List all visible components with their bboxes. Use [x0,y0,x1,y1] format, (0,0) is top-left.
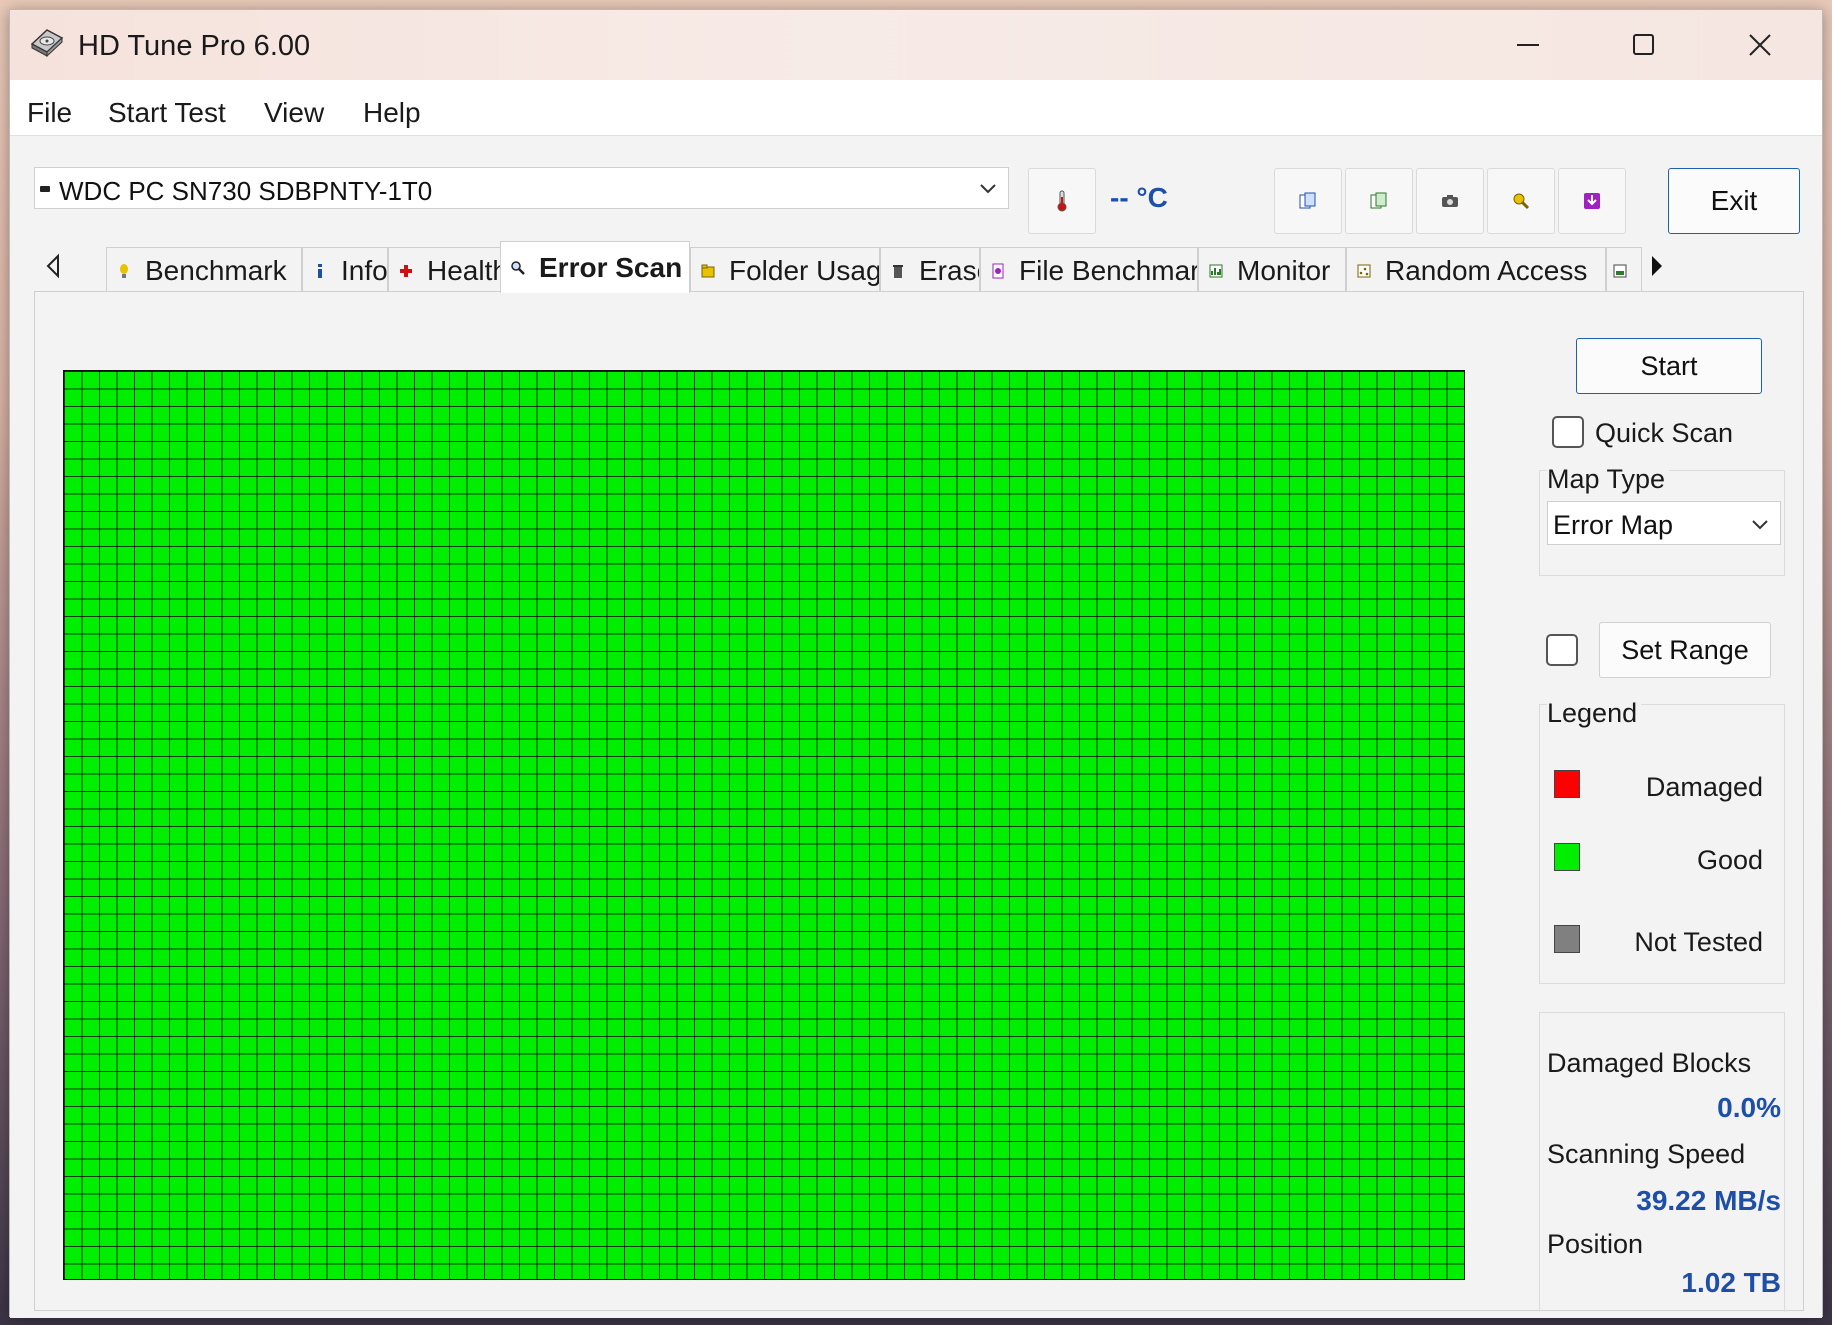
quick-scan-checkbox[interactable] [1552,416,1584,448]
folder-icon [701,264,715,277]
random-access-icon [1357,264,1371,277]
menu-file[interactable]: File [27,97,72,129]
menu-view[interactable]: View [264,97,324,129]
tab-scroll-left-icon[interactable] [44,253,62,279]
set-range-checkbox[interactable] [1546,634,1578,666]
tab-strip: Benchmark Info Health Error Scan Folder … [34,241,1804,293]
menu-bar: File Start Test View Help [10,80,1822,136]
tab-info-label: Info [341,254,388,286]
error-scan-panel: Start Quick Scan Map Type Error Map Set … [34,291,1804,1312]
tab-benchmark[interactable]: Benchmark [106,247,302,293]
menu-start-test[interactable]: Start Test [108,97,226,129]
monitor-icon [1209,264,1223,277]
close-button[interactable] [1702,10,1818,80]
minimize-button[interactable] [1470,10,1586,80]
scanning-speed-value: 39.22 MB/s [1636,1185,1781,1216]
info-icon [318,263,322,278]
tab-random-access[interactable]: Random Access [1346,247,1606,293]
drive-select-value: WDC PC SN730 SDBPNTY-1T0 [59,176,433,206]
copy-all-icon [1370,192,1387,209]
benchmark-icon [120,263,128,278]
tab-folder-usage[interactable]: Folder Usage [690,247,880,293]
magnifier-icon [511,260,525,275]
set-range-button[interactable]: Set Range [1599,622,1771,678]
temperature-readout: -- °C [1110,182,1168,213]
tab-random-access-label: Random Access [1385,254,1588,286]
main-area: WDC PC SN730 SDBPNTY-1T0 -- °C Exit Benc… [10,136,1822,1318]
camera-icon [1442,195,1458,207]
window-title: HD Tune Pro 6.00 [78,30,311,62]
temperature-button[interactable] [1028,168,1096,234]
tab-erase-label: Erase [919,254,979,286]
map-type-label: Map Type [1547,464,1670,495]
close-icon [1749,34,1771,56]
screenshot-button[interactable] [1416,168,1484,234]
health-cross-icon [400,264,412,277]
damaged-blocks-value: 0.0% [1717,1092,1781,1123]
maximize-button[interactable] [1586,10,1702,80]
tab-file-benchmark-label: File Benchmark [1019,254,1198,286]
tab-monitor[interactable]: Monitor [1198,247,1346,293]
error-map-grid [63,370,1465,1280]
tab-overflow[interactable] [1606,247,1642,293]
save-button[interactable] [1558,168,1626,234]
copy-info-icon [1299,192,1316,209]
tab-error-scan[interactable]: Error Scan [500,241,690,293]
scanning-speed-label: Scanning Speed [1547,1139,1746,1169]
legend-good-label: Good [1696,845,1763,875]
tab-file-benchmark[interactable]: File Benchmark [980,247,1198,293]
maximize-icon [1633,34,1654,55]
minimize-icon [1517,44,1539,46]
tab-folder-usage-label: Folder Usage [729,254,880,286]
start-button[interactable]: Start [1576,338,1762,394]
position-label: Position [1547,1229,1644,1259]
drive-icon [40,186,50,192]
menu-help[interactable]: Help [363,97,421,129]
tab-monitor-label: Monitor [1237,254,1331,286]
tab-health-label: Health [427,254,502,286]
drive-select[interactable]: WDC PC SN730 SDBPNTY-1T0 [34,167,1009,209]
quick-scan-label: Quick Scan [1595,418,1734,448]
tab-scroll-right-icon[interactable] [1648,253,1666,279]
tab-benchmark-label: Benchmark [145,254,287,286]
title-bar: HD Tune Pro 6.00 [10,10,1822,80]
legend-damaged-label: Damaged [1645,772,1763,802]
chevron-down-icon [980,184,996,194]
extra-tab-icon [1613,264,1627,277]
legend-title: Legend [1547,698,1642,729]
tab-info[interactable]: Info [302,247,388,293]
thermometer-icon [1057,190,1067,212]
copy-all-button[interactable] [1345,168,1413,234]
position-value: 1.02 TB [1681,1267,1781,1298]
legend-not-tested-label: Not Tested [1634,927,1763,957]
file-benchmark-icon [992,263,1004,278]
options-button[interactable] [1487,168,1555,234]
options-icon [1513,193,1530,210]
trash-icon [893,264,903,278]
damaged-blocks-label: Damaged Blocks [1547,1048,1752,1078]
exit-button[interactable]: Exit [1668,168,1800,234]
app-window: HD Tune Pro 6.00 File Start Test View He… [9,9,1823,1318]
map-type-value: Error Map [1553,510,1674,540]
copy-info-button[interactable] [1274,168,1342,234]
tab-health[interactable]: Health [388,247,502,293]
hard-disk-app-icon [30,29,64,58]
tab-error-scan-label: Error Scan [539,251,683,283]
chevron-down-icon [1752,520,1768,530]
tab-erase[interactable]: Erase [880,247,980,293]
map-type-select[interactable]: Error Map [1547,501,1781,545]
save-icon [1584,193,1600,209]
